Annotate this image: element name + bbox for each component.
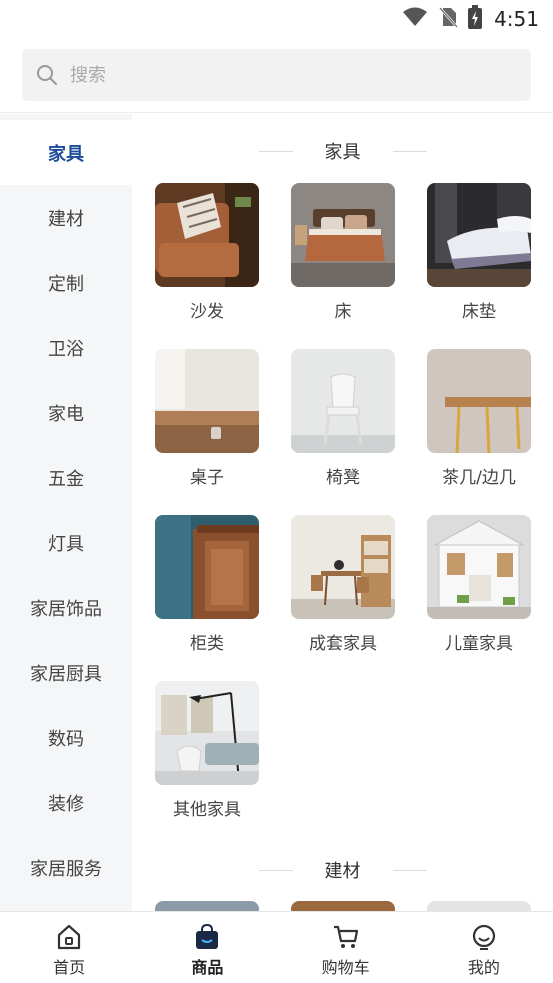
section-title: 建材 xyxy=(324,861,361,882)
divider-line xyxy=(392,869,427,871)
wifi-icon xyxy=(402,7,428,31)
product-name: 椅凳 xyxy=(326,468,360,488)
product-item-bed[interactable]: 床 xyxy=(291,183,395,322)
product-name: 柜类 xyxy=(190,634,224,654)
sidebar-item-kitchenware[interactable]: 家居厨具 xyxy=(0,640,132,705)
search-box[interactable] xyxy=(22,49,531,101)
table-image xyxy=(155,349,259,453)
category-sidebar: 家具 建材 定制 卫浴 家电 五金 灯具 家居饰品 家居厨具 数码 装修 家居服… xyxy=(0,114,132,911)
product-item-kids-furniture[interactable]: 儿童家具 xyxy=(427,515,531,654)
cart-icon xyxy=(331,922,361,952)
sidebar-item-hardware[interactable]: 五金 xyxy=(0,445,132,510)
product-item-partial[interactable] xyxy=(291,901,395,911)
sidebar-item-furniture[interactable]: 家具 xyxy=(0,120,132,185)
tab-label: 商品 xyxy=(191,958,224,977)
home-icon xyxy=(54,922,84,952)
partial-image xyxy=(291,901,395,911)
partial-image xyxy=(427,901,531,911)
product-item-chair[interactable]: 椅凳 xyxy=(291,349,395,488)
search-input[interactable] xyxy=(70,64,490,86)
product-name: 成套家具 xyxy=(309,634,377,654)
product-name: 其他家具 xyxy=(173,800,241,820)
product-name: 儿童家具 xyxy=(445,634,513,654)
sidebar-item-building-materials[interactable]: 建材 xyxy=(0,185,132,250)
divider-line xyxy=(258,869,293,871)
status-time: 4:51 xyxy=(494,7,539,31)
tab-cart[interactable]: 购物车 xyxy=(277,912,415,983)
product-name: 茶几/边几 xyxy=(442,468,516,488)
shopping-bag-icon xyxy=(192,922,222,952)
tab-profile[interactable]: 我的 xyxy=(415,912,553,983)
cabinet-image xyxy=(155,515,259,619)
status-bar: 4:51 xyxy=(0,0,553,40)
sidebar-item-custom[interactable]: 定制 xyxy=(0,250,132,315)
product-item-mattress[interactable]: 床垫 xyxy=(427,183,531,322)
bottom-tab-bar: 首页 商品 购物车 我的 xyxy=(0,911,553,983)
product-item-cabinet[interactable]: 柜类 xyxy=(155,515,259,654)
product-item-coffee-table[interactable]: 茶几/边几 xyxy=(427,349,531,488)
sidebar-item-digital[interactable]: 数码 xyxy=(0,705,132,770)
sidebar-item-appliances[interactable]: 家电 xyxy=(0,380,132,445)
chair-image xyxy=(291,349,395,453)
sofa-image xyxy=(155,183,259,287)
section-header-building-materials: 建材 xyxy=(132,855,553,885)
sidebar-item-home-services[interactable]: 家居服务 xyxy=(0,835,132,900)
mattress-image xyxy=(427,183,531,287)
sidebar-item-lighting[interactable]: 灯具 xyxy=(0,510,132,575)
divider-line xyxy=(258,150,293,152)
product-name: 床垫 xyxy=(462,302,496,322)
product-item-table[interactable]: 桌子 xyxy=(155,349,259,488)
product-content: 家具 沙发 床 床垫 桌子 椅凳 茶几/边几 柜类 成套家具 儿童家具 其他家具… xyxy=(132,114,553,911)
section-title: 家具 xyxy=(324,142,361,163)
partial-image xyxy=(155,901,259,911)
product-item-sofa[interactable]: 沙发 xyxy=(155,183,259,322)
product-name: 床 xyxy=(334,302,352,322)
search-icon xyxy=(36,64,58,86)
product-item-partial[interactable] xyxy=(427,901,531,911)
tab-home[interactable]: 首页 xyxy=(0,912,138,983)
sidebar-item-home-decor[interactable]: 家居饰品 xyxy=(0,575,132,640)
search-bar xyxy=(0,40,553,113)
battery-charging-icon xyxy=(468,5,483,33)
tab-label: 购物车 xyxy=(321,958,370,977)
sidebar-item-bathroom[interactable]: 卫浴 xyxy=(0,315,132,380)
product-item-other-furniture[interactable]: 其他家具 xyxy=(155,681,259,820)
furniture-set-image xyxy=(291,515,395,619)
tab-label: 我的 xyxy=(467,958,500,977)
coffee-table-image xyxy=(427,349,531,453)
tab-products[interactable]: 商品 xyxy=(138,912,276,983)
tab-label: 首页 xyxy=(53,958,86,977)
other-furniture-image xyxy=(155,681,259,785)
no-sim-icon xyxy=(438,6,459,32)
product-name: 沙发 xyxy=(190,302,224,322)
section-header-furniture: 家具 xyxy=(132,136,553,166)
product-item-furniture-set[interactable]: 成套家具 xyxy=(291,515,395,654)
bed-image xyxy=(291,183,395,287)
product-item-partial[interactable] xyxy=(155,901,259,911)
kids-furniture-image xyxy=(427,515,531,619)
divider-line xyxy=(392,150,427,152)
sidebar-item-renovation[interactable]: 装修 xyxy=(0,770,132,835)
profile-icon xyxy=(469,922,499,952)
product-name: 桌子 xyxy=(190,468,224,488)
status-icons: 4:51 xyxy=(402,5,539,33)
